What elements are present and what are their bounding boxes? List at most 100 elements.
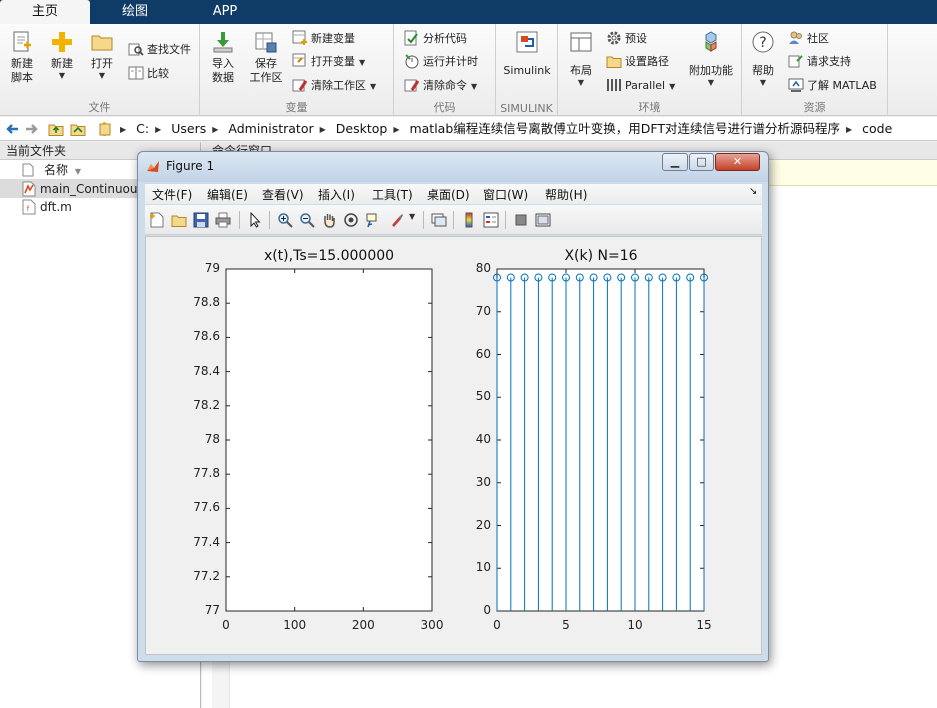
back-arrow-icon[interactable] <box>4 121 20 137</box>
set-path-button[interactable]: 设置路径 <box>606 52 669 72</box>
learn-matlab-button[interactable]: 了解 MATLAB <box>788 76 877 96</box>
open-variable-button[interactable]: 打开变量 ▼ <box>292 52 365 72</box>
find-files-button[interactable]: 查找文件 <box>128 40 191 60</box>
breadcrumb-item[interactable]: Users <box>171 121 206 136</box>
forward-arrow-icon[interactable] <box>24 121 40 137</box>
save-workspace-button[interactable]: 保存 工作区 <box>246 30 286 85</box>
chevron-down-icon: ▼ <box>669 82 676 91</box>
minimize-button[interactable]: ▁ <box>662 153 688 171</box>
print-icon[interactable] <box>215 212 231 228</box>
tab-plots[interactable]: 绘图 <box>90 0 180 24</box>
pan-hand-icon[interactable] <box>321 212 337 228</box>
menu-window[interactable]: 窗口(W) <box>483 186 528 203</box>
menu-help[interactable]: 帮助(H) <box>545 186 587 203</box>
help-icon: ? <box>752 31 774 53</box>
clear-commands-button[interactable]: 清除命令 ▼ <box>404 76 477 96</box>
open-file-icon[interactable] <box>171 212 187 228</box>
breadcrumb-item[interactable]: Desktop <box>336 121 388 136</box>
browse-folder-icon[interactable] <box>70 121 86 137</box>
y-tick-label: 77.4 <box>193 534 220 549</box>
pointer-icon[interactable] <box>247 212 263 228</box>
brush-icon[interactable] <box>389 212 405 228</box>
left-plot-title: x(t),Ts=15.000000 <box>263 248 395 264</box>
import-data-button[interactable]: 导入 数据 <box>206 30 240 85</box>
y-tick-label: 77.2 <box>193 568 220 583</box>
chevron-down-icon[interactable]: ▼ <box>409 212 415 221</box>
rotate-3d-icon[interactable] <box>343 212 359 228</box>
group-file: 新建 脚本 新建 ▼ 打开 ▼ 查找文件 比较 文件 <box>0 24 200 116</box>
clear-workspace-button[interactable]: 清除工作区 ▼ <box>292 76 376 96</box>
save-icon[interactable] <box>193 212 209 228</box>
breadcrumb-item[interactable]: code <box>862 121 892 136</box>
y-tick-label: 78.6 <box>193 329 220 344</box>
run-and-time-button[interactable]: 运行并计时 <box>404 52 478 72</box>
menu-file[interactable]: 文件(F) <box>152 186 192 203</box>
analyze-code-button[interactable]: 分析代码 <box>404 29 467 49</box>
axes-left[interactable] <box>225 268 433 612</box>
figure-title: Figure 1 <box>166 159 215 173</box>
maximize-button[interactable]: □ <box>689 153 714 171</box>
colorbar-icon[interactable] <box>461 212 477 228</box>
y-tick-label: 80 <box>475 261 491 275</box>
layout-button[interactable]: 布局 ▼ <box>564 30 598 88</box>
y-tick-label: 78 <box>204 432 220 446</box>
x-tick-label: 0 <box>222 618 230 632</box>
open-button[interactable]: 打开 ▼ <box>86 30 118 81</box>
x-tick-label: 200 <box>351 618 375 632</box>
axes-right[interactable] <box>496 268 705 612</box>
close-button[interactable]: ✕ <box>715 153 760 171</box>
breadcrumb-item[interactable]: matlab编程连续信号离散傅立叶变换，用DFT对连续信号进行谱分析源码程序 <box>409 121 840 136</box>
new-figure-icon[interactable] <box>149 212 165 228</box>
x-tick-label: 0 <box>493 618 501 632</box>
figure-titlebar[interactable]: Figure 1 ▁ □ ✕ <box>138 152 768 182</box>
menu-tools[interactable]: 工具(T) <box>372 186 413 203</box>
svg-text:?: ? <box>759 35 766 51</box>
new-script-button[interactable]: 新建 脚本 <box>5 30 39 85</box>
addons-button[interactable]: 附加功能 ▼ <box>686 30 736 88</box>
ribbon: 新建 脚本 新建 ▼ 打开 ▼ 查找文件 比较 文件 导入 数据 保存 工作区 … <box>0 24 937 116</box>
new-variable-button[interactable]: 新建变量 <box>292 29 355 49</box>
folder-icon <box>99 122 111 136</box>
up-folder-icon[interactable] <box>48 121 64 137</box>
plot-area[interactable] <box>146 237 763 656</box>
community-button[interactable]: 社区 <box>788 29 829 49</box>
menu-view[interactable]: 查看(V) <box>262 186 304 203</box>
new-variable-icon <box>292 30 307 45</box>
show-plot-tools-icon[interactable] <box>535 212 551 228</box>
new-button[interactable]: 新建 ▼ <box>46 30 78 81</box>
tab-home[interactable]: 主页 <box>0 0 90 24</box>
group-resources: ? 帮助 ▼ 社区 请求支持 了解 MATLAB 资源 <box>742 24 888 116</box>
tab-apps[interactable]: APP <box>180 0 270 24</box>
simulink-button[interactable]: Simulink <box>500 30 554 78</box>
open-variable-icon <box>292 53 306 67</box>
request-support-button[interactable]: 请求支持 <box>788 52 851 72</box>
help-button[interactable]: ? 帮助 ▼ <box>748 30 778 88</box>
file-icon <box>22 163 34 177</box>
legend-icon[interactable] <box>483 212 499 228</box>
link-plot-icon[interactable] <box>431 212 447 228</box>
compare-button[interactable]: 比较 <box>128 64 169 84</box>
menu-desktop[interactable]: 桌面(D) <box>427 186 470 203</box>
figure-canvas[interactable]: x(t),Ts=15.000000 X(k) N=16 0 100 200 300 77… <box>145 236 762 655</box>
dock-arrow-icon[interactable]: ↘ <box>749 186 757 197</box>
x-tick-label: 300 <box>420 618 444 632</box>
breadcrumb-item[interactable]: Administrator <box>228 121 313 136</box>
zoom-out-icon[interactable] <box>299 212 315 228</box>
hide-plot-tools-icon[interactable] <box>513 212 529 228</box>
toolstrip-tabs: 主页 绘图 APP <box>0 0 937 24</box>
breadcrumb-item[interactable]: C: <box>136 121 149 136</box>
menu-edit[interactable]: 编辑(E) <box>207 186 248 203</box>
preferences-button[interactable]: 预设 <box>606 29 647 49</box>
zoom-in-icon[interactable] <box>277 212 293 228</box>
group-label: 代码 <box>433 101 456 114</box>
layout-icon <box>570 32 592 52</box>
matlab-script-icon <box>22 181 36 197</box>
x-tick-label: 100 <box>283 618 307 632</box>
plus-icon <box>52 32 72 52</box>
menu-insert[interactable]: 插入(I) <box>318 186 355 203</box>
breadcrumb: ▶ C: ▶ Users ▶ Administrator ▶ Desktop ▶ mat… <box>120 121 893 136</box>
y-tick-label: 50 <box>475 389 491 404</box>
parallel-button[interactable]: Parallel ▼ <box>606 76 675 96</box>
data-cursor-icon[interactable] <box>365 212 381 228</box>
stopwatch-icon <box>405 54 419 69</box>
